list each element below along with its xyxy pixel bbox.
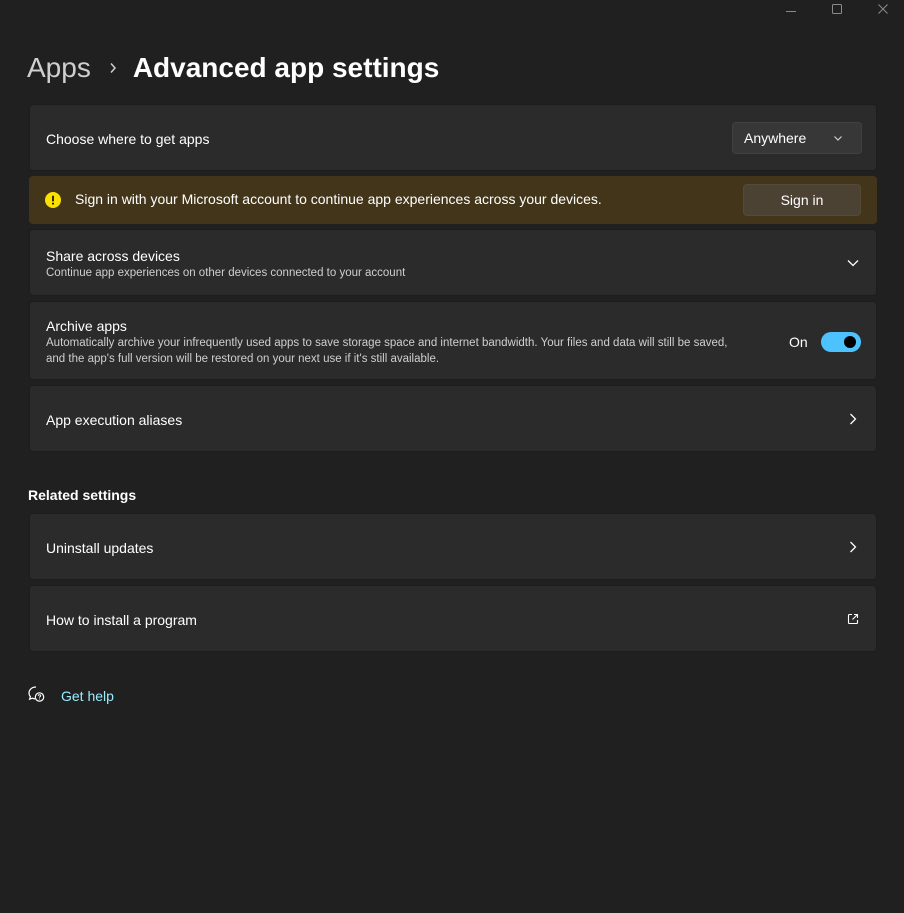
help-chat-icon bbox=[27, 685, 45, 708]
uninstall-updates-label: Uninstall updates bbox=[46, 540, 154, 556]
warning-icon bbox=[45, 192, 61, 208]
app-execution-aliases-label: App execution aliases bbox=[46, 412, 183, 428]
archive-apps-description: Automatically archive your infrequently … bbox=[46, 337, 728, 365]
close-icon bbox=[878, 4, 888, 14]
chevron-right-icon bbox=[845, 539, 861, 555]
archive-apps-toggle[interactable] bbox=[821, 332, 861, 352]
app-source-dropdown[interactable]: Anywhere bbox=[732, 122, 862, 154]
archive-apps-label: Archive apps bbox=[46, 318, 127, 334]
share-across-devices-card[interactable]: Share across devices Continue app experi… bbox=[29, 229, 877, 296]
breadcrumb-apps-link[interactable]: Apps bbox=[27, 52, 91, 84]
window-controls bbox=[754, 0, 904, 18]
toggle-knob bbox=[844, 336, 856, 348]
share-across-devices-label: Share across devices bbox=[46, 248, 180, 264]
choose-where-to-get-apps-label: Choose where to get apps bbox=[46, 131, 210, 147]
chevron-down-icon bbox=[834, 136, 842, 141]
get-help-label: Get help bbox=[61, 688, 114, 704]
share-across-devices-description: Continue app experiences on other device… bbox=[46, 267, 406, 279]
close-button[interactable] bbox=[863, 0, 903, 18]
minimize-icon bbox=[786, 11, 796, 12]
archive-apps-state-label: On bbox=[789, 334, 808, 350]
maximize-icon bbox=[832, 4, 842, 14]
sign-in-message: Sign in with your Microsoft account to c… bbox=[75, 191, 602, 207]
how-to-install-a-program-label: How to install a program bbox=[46, 612, 197, 628]
get-help-link[interactable]: Get help bbox=[27, 685, 114, 708]
sign-in-banner: Sign in with your Microsoft account to c… bbox=[29, 176, 877, 224]
archive-apps-card: Archive apps Automatically archive your … bbox=[29, 301, 877, 380]
page-title: Advanced app settings bbox=[132, 52, 440, 83]
minimize-button[interactable] bbox=[771, 0, 811, 18]
breadcrumb: Apps Advanced app settings bbox=[27, 48, 439, 88]
related-settings-header: Related settings bbox=[28, 487, 137, 503]
app-execution-aliases-card[interactable]: App execution aliases bbox=[29, 385, 877, 452]
breadcrumb-separator-icon bbox=[109, 62, 117, 74]
chevron-right-icon bbox=[845, 411, 861, 427]
chevron-down-icon[interactable] bbox=[845, 255, 861, 271]
external-link-icon bbox=[845, 611, 861, 627]
choose-where-to-get-apps-card: Choose where to get apps Anywhere bbox=[29, 104, 877, 171]
sign-in-button[interactable]: Sign in bbox=[743, 184, 861, 216]
uninstall-updates-card[interactable]: Uninstall updates bbox=[29, 513, 877, 580]
app-source-value: Anywhere bbox=[744, 130, 807, 146]
how-to-install-a-program-card[interactable]: How to install a program bbox=[29, 585, 877, 652]
maximize-button[interactable] bbox=[817, 0, 857, 18]
